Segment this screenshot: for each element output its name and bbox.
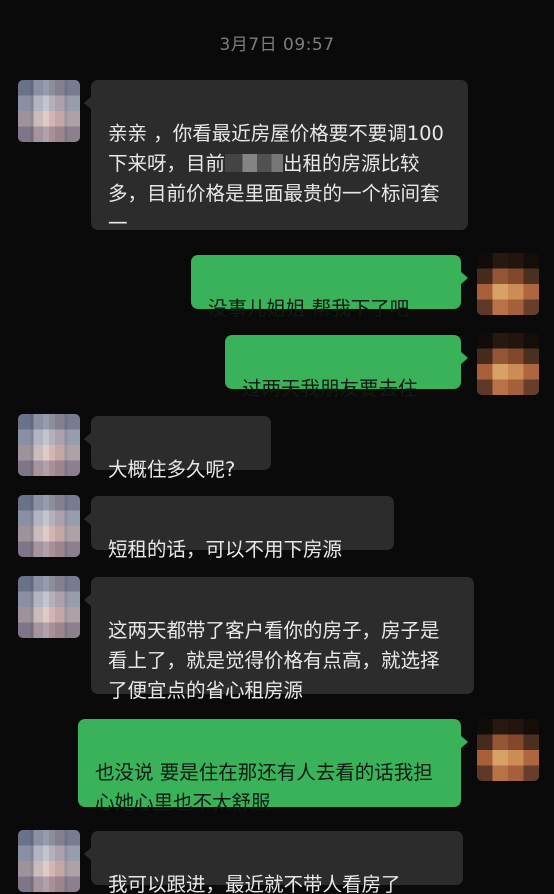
- chat-timestamp: 3月7日 09:57: [219, 35, 335, 55]
- message-bubble-incoming[interactable]: 短租的话，可以不用下房源: [84, 496, 394, 561]
- message-text: 也没说 要是住在那还有人去看的话我担心她心里也不太舒服: [95, 761, 433, 814]
- message-bubble-incoming[interactable]: 大概住多久呢?: [84, 416, 271, 481]
- partner-avatar[interactable]: [18, 576, 80, 638]
- redacted-text: [225, 154, 284, 172]
- self-avatar[interactable]: [477, 333, 539, 395]
- self-avatar[interactable]: [477, 719, 539, 781]
- message-text: 这两天都带了客户看你的房子，房子是看上了，就是觉得价格有点高，就选择了便宜点的省…: [108, 619, 440, 702]
- message-bubble-incoming[interactable]: 这两天都带了客户看你的房子，房子是看上了，就是觉得价格有点高，就选择了便宜点的省…: [84, 577, 474, 702]
- partner-avatar[interactable]: [18, 495, 80, 557]
- partner-avatar[interactable]: [18, 414, 80, 476]
- message-text: 过两天我朋友要去住: [242, 377, 418, 400]
- message-text: 短租的话，可以不用下房源: [108, 538, 343, 561]
- message-text: 大概住多久呢?: [108, 458, 236, 481]
- message-text: 没事儿姐姐 帮我下了吧: [208, 297, 410, 320]
- message-bubble-outgoing[interactable]: 也没说 要是住在那还有人去看的话我担心她心里也不太舒服: [78, 719, 468, 814]
- partner-avatar[interactable]: [18, 830, 80, 892]
- message-bubble-outgoing[interactable]: 过两天我朋友要去住: [225, 335, 468, 400]
- partner-avatar[interactable]: [18, 80, 80, 142]
- message-text: 我可以跟进，最近就不带人看房了: [108, 873, 401, 894]
- self-avatar[interactable]: [477, 253, 539, 315]
- message-bubble-outgoing[interactable]: 没事儿姐姐 帮我下了吧: [191, 255, 468, 320]
- message-bubble-incoming[interactable]: 亲亲 ，你看最近房屋价格要不要调100下来呀，目前 出租的房源比较多，目前价格是里…: [84, 80, 468, 235]
- message-bubble-incoming[interactable]: 我可以跟进，最近就不带人看房了: [84, 831, 463, 894]
